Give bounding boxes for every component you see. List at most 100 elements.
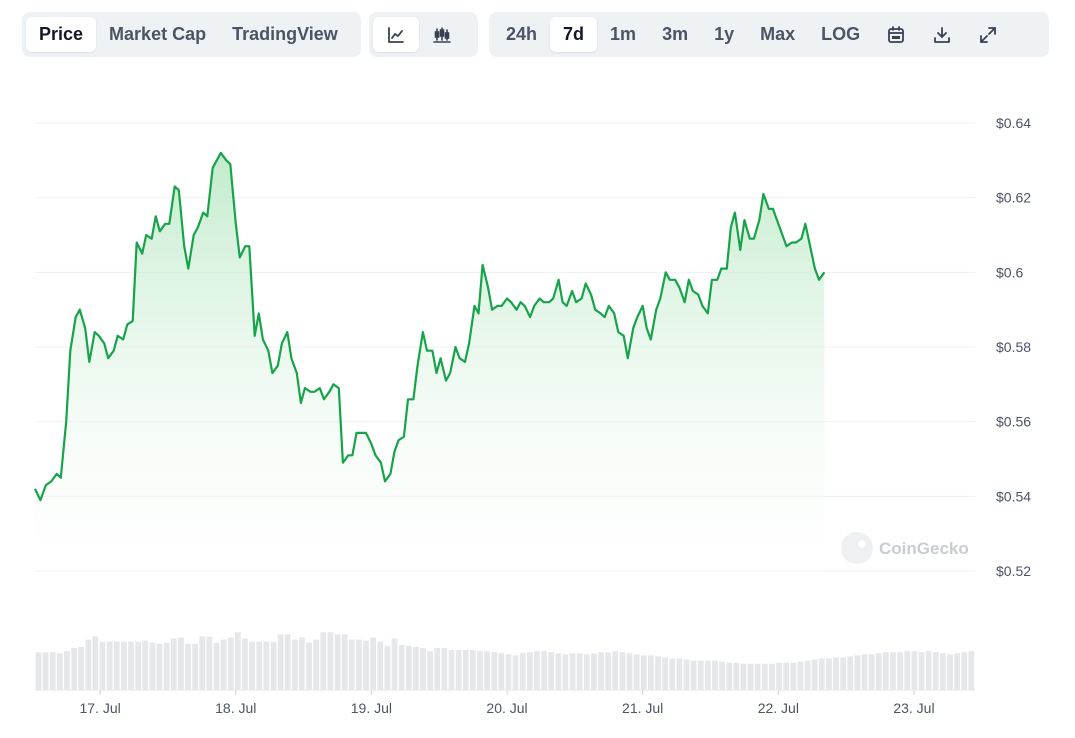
volume-bar: [512, 655, 519, 690]
volume-bar: [769, 663, 775, 690]
volume-bar: [113, 641, 120, 690]
volume-bar: [776, 662, 782, 690]
volume-bar: [911, 651, 918, 690]
volume-bar: [861, 654, 868, 690]
y-tick-label: $0.52: [996, 563, 1031, 579]
volume-bar: [256, 641, 263, 690]
volume-bar: [505, 654, 512, 690]
volume-bar: [605, 652, 612, 690]
volume-bar: [234, 632, 241, 690]
volume-bar: [733, 662, 740, 690]
volume-bar: [178, 637, 184, 690]
volume-bar: [249, 641, 255, 690]
volume-bar: [384, 645, 391, 690]
volume-bar: [199, 636, 206, 690]
volume-bar: [690, 660, 697, 690]
volume-bar: [704, 660, 711, 690]
volume-bar: [121, 641, 127, 690]
volume-bar: [327, 632, 334, 690]
volume-bar: [939, 653, 946, 690]
volume-bar: [42, 652, 49, 690]
price-area: [35, 152, 825, 571]
x-tick-label: 23. Jul: [893, 700, 934, 716]
volume-bar: [534, 651, 540, 690]
volume-bar: [904, 651, 911, 690]
volume-bar: [206, 636, 213, 690]
coingecko-watermark: CoinGecko: [841, 532, 969, 564]
x-tick-label: 18. Jul: [215, 700, 256, 716]
volume-bar: [220, 639, 227, 690]
volume-bar: [484, 651, 490, 690]
volume-bar: [277, 634, 284, 690]
volume-bar: [491, 652, 498, 690]
volume-bar: [868, 654, 875, 690]
volume-bar: [826, 658, 832, 690]
volume-bar: [883, 652, 889, 690]
volume-bar: [925, 651, 932, 690]
volume-bar: [242, 638, 248, 690]
volume-bar: [761, 663, 768, 690]
volume-bar: [306, 642, 312, 690]
volume-bar: [291, 639, 298, 690]
volume-bar: [897, 652, 903, 690]
volume-bar: [875, 653, 882, 690]
x-tick-label: 19. Jul: [351, 700, 392, 716]
volume-bar: [947, 654, 953, 690]
volume-bar: [968, 651, 975, 690]
volume-bar: [626, 653, 633, 690]
volume-bar: [583, 654, 590, 690]
volume-bar: [370, 637, 377, 690]
volume-bar: [783, 662, 790, 690]
volume-bar: [99, 641, 106, 690]
volume-bar: [726, 662, 733, 690]
volume-bar: [591, 653, 597, 690]
volume-bar: [391, 638, 398, 690]
volume-bar: [192, 643, 198, 690]
volume-bar: [377, 641, 384, 690]
volume-bar: [170, 638, 177, 690]
volume-bar: [334, 634, 341, 690]
volume-bar: [35, 652, 42, 690]
y-tick-label: $0.6: [996, 264, 1023, 280]
volume-bar: [313, 639, 320, 690]
volume-bar: [299, 637, 305, 690]
volume-bar: [747, 663, 754, 690]
volume-bar: [562, 654, 569, 690]
volume-bar: [427, 651, 433, 690]
coingecko-logo-icon: [841, 532, 873, 564]
volume-bar: [320, 632, 327, 690]
volume-bar: [662, 657, 668, 690]
volume-bar: [847, 656, 854, 690]
volume-bar: [213, 642, 220, 690]
volume-bar: [598, 652, 604, 690]
y-tick-label: $0.58: [996, 339, 1031, 355]
volume-bar: [954, 653, 960, 690]
volume-bar: [413, 646, 419, 690]
volume-bar: [918, 652, 925, 690]
volume-bar: [854, 655, 861, 690]
volume-bar: [398, 644, 405, 690]
volume-bar: [405, 645, 412, 690]
volume-bar: [740, 663, 747, 690]
volume-bars: [35, 632, 975, 690]
volume-bar: [648, 655, 654, 690]
volume-bar: [263, 641, 270, 690]
volume-bar: [498, 653, 505, 690]
volume-bar: [890, 652, 896, 690]
volume-bar: [149, 642, 156, 690]
volume-bar: [719, 661, 725, 690]
volume-bar: [811, 659, 818, 690]
volume-bar: [71, 648, 77, 690]
volume-bar: [49, 652, 56, 690]
volume-bar: [469, 650, 476, 690]
y-axis: $0.64 $0.62 $0.6 $0.58 $0.56 $0.54 $0.52: [996, 115, 1031, 579]
y-tick-label: $0.64: [996, 115, 1031, 131]
volume-bar: [840, 657, 847, 690]
volume-bar: [541, 651, 547, 690]
volume-bar: [135, 641, 142, 690]
volume-bar: [284, 634, 291, 690]
volume-bar: [270, 641, 277, 690]
volume-bar: [106, 641, 113, 690]
x-tick-label: 17. Jul: [79, 700, 120, 716]
volume-bar: [633, 654, 640, 690]
